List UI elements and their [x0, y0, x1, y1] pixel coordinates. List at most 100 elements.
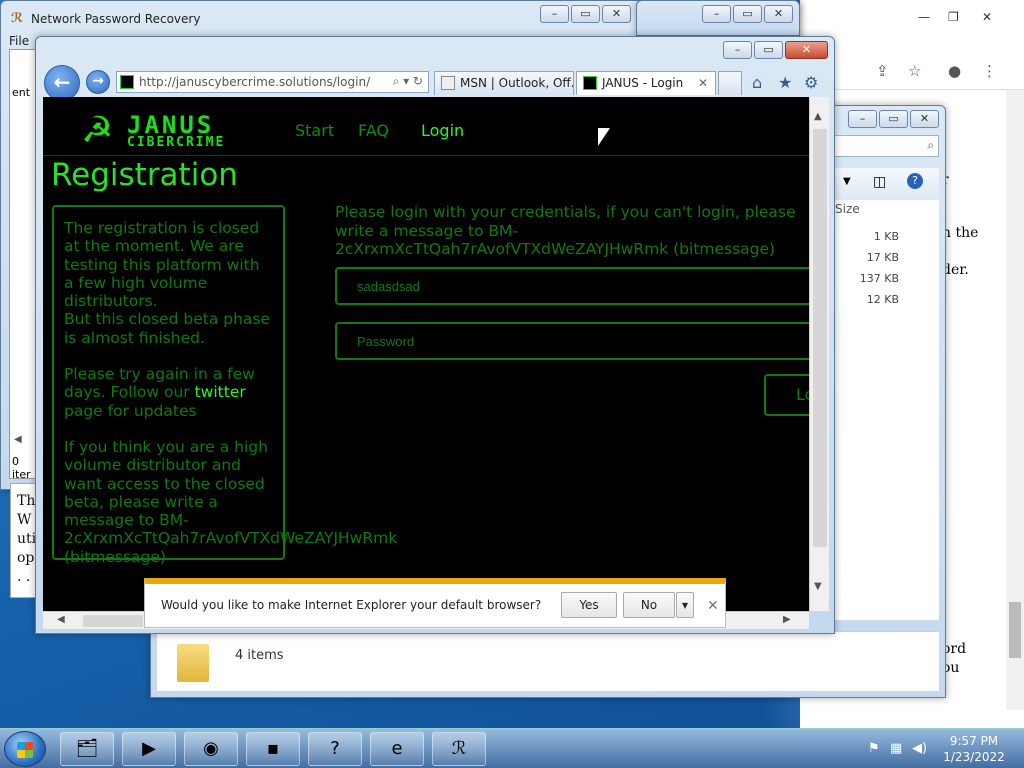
mouse-cursor-icon	[598, 128, 610, 146]
twitter-link[interactable]: twitter	[195, 383, 246, 401]
size-column-header[interactable]: Size	[835, 202, 860, 216]
volume-icon[interactable]: ◀)	[912, 741, 927, 756]
login-instructions: Please login with your credentials, if y…	[335, 203, 796, 258]
clock[interactable]: 9:57 PM 1/23/2022	[934, 733, 1014, 765]
minimize-button[interactable]: –	[702, 5, 731, 23]
maximize-button[interactable]: ▭	[733, 5, 762, 23]
page-title: Registration	[51, 157, 238, 193]
back-arrow-icon[interactable]: ←	[44, 65, 80, 101]
taskbar: 🗂 ▶ ◉ ▪ ? e ℛ ⚑ ▦ ◀) 9:57 PM 1/23/2022	[0, 728, 1024, 768]
registration-info-box: The registration is closed at the moment…	[52, 205, 397, 566]
web-page: ☭ JANUS CIBERCRIME Start FAQ Login Regis…	[43, 97, 809, 611]
chrome-text-2: n the	[942, 225, 979, 241]
login-button[interactable]: Lo	[764, 374, 809, 416]
minimize-icon[interactable]: —	[918, 10, 930, 24]
nav-start[interactable]: Start	[295, 121, 334, 140]
menu-file[interactable]: File	[9, 34, 29, 48]
chrome-text-3: der.	[942, 262, 969, 278]
url-text[interactable]: http://januscybercrime.solutions/login/	[139, 75, 370, 89]
maximize-button[interactable]: ▭	[754, 41, 783, 59]
search-box[interactable]: ⌕	[833, 135, 939, 157]
explorer-command-bar: ▼ ◫ ?	[833, 168, 939, 200]
minimize-button[interactable]: –	[723, 41, 752, 59]
preview-pane-icon[interactable]: ◫	[873, 174, 886, 190]
list-header: ent	[12, 86, 31, 99]
password-field[interactable]	[335, 322, 809, 360]
search-icon: ⌕	[927, 138, 934, 152]
share-icon[interactable]: ⇪	[876, 62, 889, 80]
chrome-scrollbar[interactable]	[1006, 90, 1024, 710]
action-center-icon[interactable]: ⚑	[868, 741, 880, 756]
menu-dots-icon[interactable]: ⋮	[982, 62, 997, 80]
nav-login[interactable]: Login	[421, 121, 464, 140]
help-taskbar-icon[interactable]: ?	[308, 732, 362, 766]
favorites-star-icon[interactable]: ★	[778, 73, 792, 92]
network-icon[interactable]: ▦	[890, 741, 902, 756]
internet-explorer-taskbar-icon[interactable]: e	[370, 732, 424, 766]
maximize-button[interactable]: ▭	[571, 5, 600, 23]
divider	[43, 155, 809, 156]
site-favicon	[120, 75, 134, 89]
bookmark-star-icon[interactable]: ☆	[908, 62, 921, 80]
minimize-button[interactable]: –	[540, 5, 569, 23]
key-app-icon: ℛ	[11, 11, 24, 26]
tab-label: JANUS - Login	[602, 76, 684, 90]
close-button[interactable]: ✕	[602, 5, 631, 23]
scroll-up-icon[interactable]: ▲	[814, 111, 822, 122]
msn-icon	[441, 76, 455, 90]
explorer-taskbar-icon[interactable]: 🗂	[60, 732, 114, 766]
hammer-sickle-icon: ☭	[81, 110, 114, 151]
tab-label: MSN | Outlook, Off...	[460, 76, 574, 90]
reg-paragraph: If you think you are a high volume distr…	[64, 437, 398, 566]
close-icon[interactable]: ✕	[707, 598, 719, 614]
address-bar[interactable]: http://januscybercrime.solutions/login/ …	[116, 71, 429, 93]
clock-date: 1/23/2022	[943, 750, 1005, 764]
forward-arrow-icon[interactable]: →	[86, 70, 110, 94]
new-tab-button[interactable]	[718, 71, 742, 95]
tab-msn[interactable]: MSN | Outlook, Off...	[434, 71, 574, 95]
tab-janus-login[interactable]: JANUS - Login ✕	[576, 71, 716, 95]
window-title: Network Password Recovery	[31, 12, 201, 26]
password-input[interactable]	[337, 324, 809, 358]
username-field[interactable]	[335, 267, 809, 305]
close-icon[interactable]: ✕	[982, 10, 992, 24]
settings-gear-icon[interactable]: ⚙	[804, 73, 818, 92]
janus-favicon	[583, 76, 597, 90]
scroll-down-icon[interactable]: ▼	[814, 581, 822, 592]
vertical-scrollbar[interactable]: ▲ ▼	[809, 97, 829, 611]
logo-subtext: CIBERCRIME	[127, 135, 226, 150]
clock-time: 9:57 PM	[949, 734, 999, 748]
password-recovery-taskbar-icon[interactable]: ℛ	[432, 732, 486, 766]
help-icon[interactable]: ?	[907, 173, 923, 189]
yes-button[interactable]: Yes	[561, 592, 617, 618]
start-button[interactable]	[4, 731, 46, 767]
nav-faq[interactable]: FAQ	[358, 121, 389, 140]
media-player-taskbar-icon[interactable]: ▶	[122, 732, 176, 766]
chrome-taskbar-icon[interactable]: ◉	[184, 732, 238, 766]
close-button[interactable]: ✕	[910, 110, 939, 128]
minimize-button[interactable]: –	[848, 110, 877, 128]
cmd-taskbar-icon[interactable]: ▪	[246, 732, 300, 766]
close-button[interactable]: ✕	[764, 5, 793, 23]
home-icon[interactable]: ⌂	[752, 73, 762, 92]
internet-explorer-window: – ▭ ✕ ← → http://januscybercrime.solutio…	[35, 36, 835, 634]
profile-icon[interactable]: ●	[948, 62, 961, 80]
close-button[interactable]: ✕	[785, 41, 828, 59]
no-button[interactable]: No	[623, 592, 675, 618]
item-count: 4 items	[235, 648, 284, 663]
windows-logo-icon	[17, 742, 33, 758]
dropdown-arrow-icon[interactable]: ▾	[676, 592, 694, 618]
username-input[interactable]	[337, 269, 809, 303]
details-pane: 4 items	[157, 631, 939, 691]
chevron-down-icon[interactable]: ▼	[843, 176, 851, 187]
scroll-left-icon[interactable]: ◀	[57, 614, 65, 625]
scroll-right-icon[interactable]: ▶	[783, 614, 791, 625]
folder-icon	[177, 644, 209, 682]
notification-question: Would you like to make Internet Explorer…	[161, 598, 542, 612]
maximize-button[interactable]: ▭	[879, 110, 908, 128]
close-tab-icon[interactable]: ✕	[698, 76, 708, 90]
restore-icon[interactable]: ❐	[948, 10, 959, 24]
search-refresh-controls[interactable]: ⌕ ▾ ↻	[393, 74, 423, 89]
default-browser-notification: Would you like to make Internet Explorer…	[144, 578, 726, 628]
scroll-left-icon[interactable]: ◀	[14, 434, 22, 445]
